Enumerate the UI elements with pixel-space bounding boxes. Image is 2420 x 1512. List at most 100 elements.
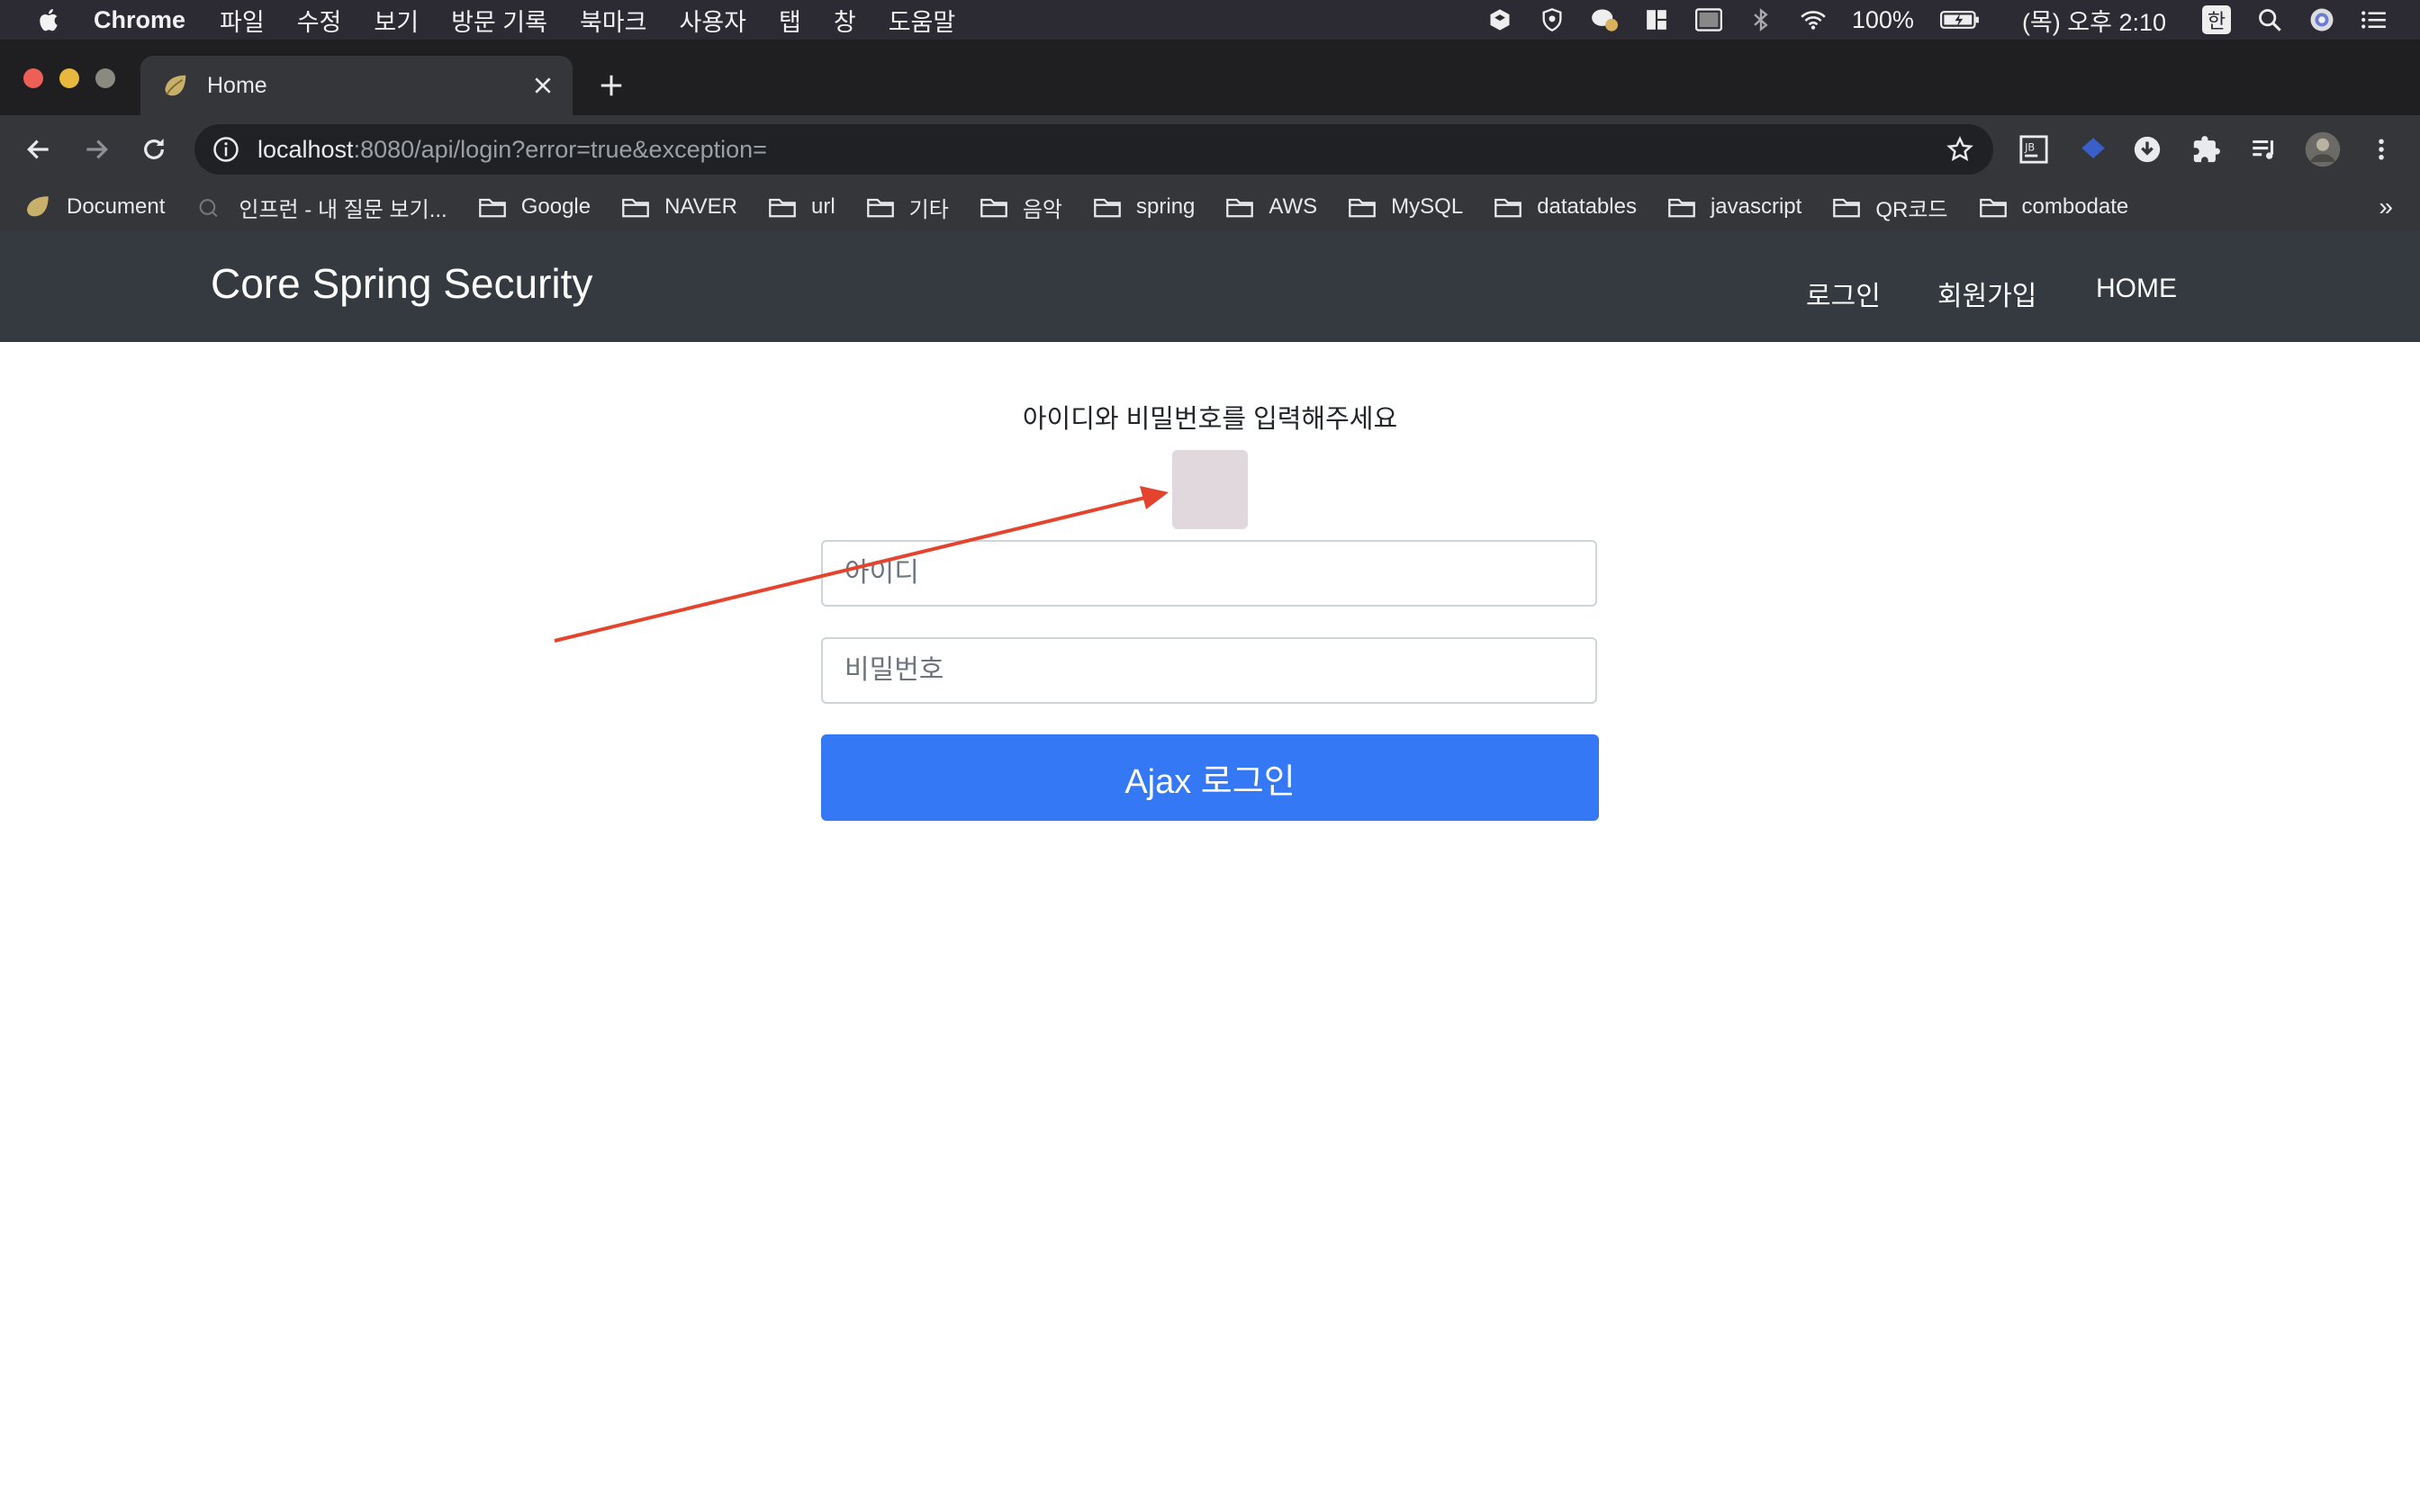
bookmark-item-inflearn[interactable]: 인프런 - 내 질문 보기...	[195, 192, 447, 223]
notification-center-icon[interactable]	[2361, 6, 2388, 33]
folder-icon	[769, 198, 796, 218]
back-arrow-icon[interactable]	[22, 132, 56, 166]
bookmark-folder-url[interactable]: url	[768, 194, 835, 220]
forward-arrow-icon[interactable]	[79, 132, 113, 166]
profile-avatar[interactable]	[2303, 131, 2343, 167]
reload-icon[interactable]	[137, 132, 171, 166]
nav-link-home[interactable]: HOME	[2096, 274, 2177, 304]
input-source-indicator[interactable]: 한	[2202, 5, 2231, 34]
menu-window[interactable]: 창	[834, 3, 856, 38]
menu-people[interactable]: 사용자	[679, 3, 746, 38]
window-close-button[interactable]	[23, 68, 43, 88]
bookmark-label: spring	[1136, 194, 1196, 219]
bookmark-folder-aws[interactable]: AWS	[1225, 194, 1317, 220]
folder-icon	[622, 198, 649, 218]
bookmark-folder-mysql[interactable]: MySQL	[1348, 194, 1463, 220]
spotlight-search-icon[interactable]	[2256, 6, 2283, 33]
password-input[interactable]	[821, 637, 1597, 704]
bookmark-label: NAVER	[664, 194, 737, 219]
svg-text:JB: JB	[2024, 140, 2035, 153]
bookmark-star-icon[interactable]	[1946, 136, 1973, 163]
extensions-puzzle-icon[interactable]	[2190, 132, 2224, 166]
bookmark-folder-music[interactable]: 음악	[980, 192, 1062, 223]
spring-leaf-icon	[165, 75, 186, 96]
bookmark-label: url	[811, 194, 835, 219]
menu-edit[interactable]: 수정	[297, 3, 342, 38]
username-input[interactable]	[821, 540, 1597, 607]
wifi-icon[interactable]	[1800, 6, 1827, 33]
bookmarks-bar: Document 인프런 - 내 질문 보기... Google NAVER u…	[0, 184, 2420, 230]
address-bar[interactable]: localhost:8080/api/login?error=true&exce…	[194, 124, 1993, 175]
menu-app-name[interactable]: Chrome	[94, 6, 185, 34]
siri-icon[interactable]	[2308, 6, 2335, 33]
new-tab-plus-icon[interactable]	[591, 65, 632, 106]
diamond-extension-icon[interactable]	[2076, 132, 2110, 166]
bookmark-label: MySQL	[1391, 194, 1464, 219]
inflearn-site-icon	[199, 199, 218, 218]
menu-clock[interactable]: (목) 오후 2:10	[2022, 3, 2166, 38]
nav-link-signup[interactable]: 회원가입	[1937, 274, 2036, 313]
folder-icon	[1349, 198, 1377, 218]
bookmark-folder-qrcode[interactable]: QR코드	[1832, 192, 1948, 223]
battery-icon[interactable]	[1939, 6, 1981, 33]
macos-menu-bar: Chrome 파일 수정 보기 방문 기록 북마크 사용자 탭 창 도움말 10…	[0, 0, 2420, 40]
download-extension-icon[interactable]	[2130, 132, 2164, 166]
folder-icon	[1668, 198, 1695, 218]
folder-icon	[1833, 198, 1861, 218]
login-instruction-message: 아이디와 비밀번호를 입력해주세요	[1022, 405, 1398, 434]
tab-close-icon[interactable]	[529, 72, 556, 99]
url-host: localhost	[257, 135, 354, 163]
bookmark-label: javascript	[1710, 194, 1802, 219]
input-source-label: 한	[2207, 10, 2226, 32]
nav-link-login[interactable]: 로그인	[1806, 274, 1881, 313]
cube-status-icon[interactable]	[1486, 6, 1513, 33]
bookmarks-overflow-chevron[interactable]: »	[2379, 193, 2393, 221]
bookmark-label: QR코드	[1875, 197, 1948, 222]
navbar-brand[interactable]: Core Spring Security	[211, 259, 592, 308]
bookmark-label: combodate	[2021, 194, 2129, 219]
folder-icon	[1979, 198, 2007, 218]
ajax-login-button[interactable]: Ajax 로그인	[821, 734, 1599, 821]
browser-tab-home[interactable]: Home	[140, 56, 573, 115]
browser-toolbar: localhost:8080/api/login?error=true&exce…	[0, 115, 2420, 184]
bookmark-folder-datatables[interactable]: datatables	[1494, 194, 1637, 220]
site-info-icon[interactable]	[212, 136, 239, 163]
bookmark-folder-javascript[interactable]: javascript	[1667, 194, 1801, 220]
menu-bookmarks[interactable]: 북마크	[580, 3, 647, 38]
broken-image-placeholder	[1172, 450, 1248, 529]
bookmark-label: 기타	[908, 197, 949, 222]
chat-status-icon[interactable]	[1591, 6, 1618, 33]
shield-icon[interactable]	[1539, 6, 1566, 33]
bookmark-folder-combodate[interactable]: combodate	[1979, 194, 2129, 220]
menu-file[interactable]: 파일	[220, 3, 265, 38]
battery-percent: 100%	[1851, 5, 1914, 33]
folder-icon	[866, 198, 894, 218]
chrome-menu-kebab-icon[interactable]	[2364, 132, 2398, 166]
bookmark-label: Document	[67, 194, 166, 219]
folder-icon	[1226, 198, 1254, 218]
window-minimize-button[interactable]	[59, 68, 79, 88]
menu-help[interactable]: 도움말	[889, 3, 956, 38]
media-queue-icon[interactable]	[2247, 132, 2281, 166]
url-text[interactable]: localhost:8080/api/login?error=true&exce…	[257, 136, 767, 164]
bookmark-folder-spring[interactable]: spring	[1093, 194, 1195, 220]
bookmark-label: 음악	[1022, 197, 1063, 222]
bookmark-folder-etc[interactable]: 기타	[866, 192, 949, 223]
menu-tab[interactable]: 탭	[779, 3, 801, 38]
bookmark-label: AWS	[1269, 194, 1318, 219]
bookmark-folder-naver[interactable]: NAVER	[621, 194, 737, 220]
bluetooth-icon[interactable]	[1747, 6, 1774, 33]
bookmark-label: 인프런 - 내 질문 보기...	[239, 197, 447, 222]
tab-title: Home	[207, 72, 267, 98]
menu-view[interactable]: 보기	[374, 3, 419, 38]
window-zoom-button[interactable]	[95, 68, 115, 88]
jb-extension-icon[interactable]: JB	[2017, 132, 2051, 166]
folder-icon	[1494, 198, 1522, 218]
bookmark-item-document[interactable]: Document	[23, 194, 165, 220]
layout-status-icon[interactable]	[1643, 6, 1670, 33]
display-status-icon[interactable]	[1694, 6, 1722, 33]
apple-icon[interactable]	[36, 6, 63, 33]
menu-history[interactable]: 방문 기록	[451, 3, 547, 38]
browser-tab-strip: Home	[0, 40, 2420, 115]
bookmark-folder-google[interactable]: Google	[478, 194, 591, 220]
